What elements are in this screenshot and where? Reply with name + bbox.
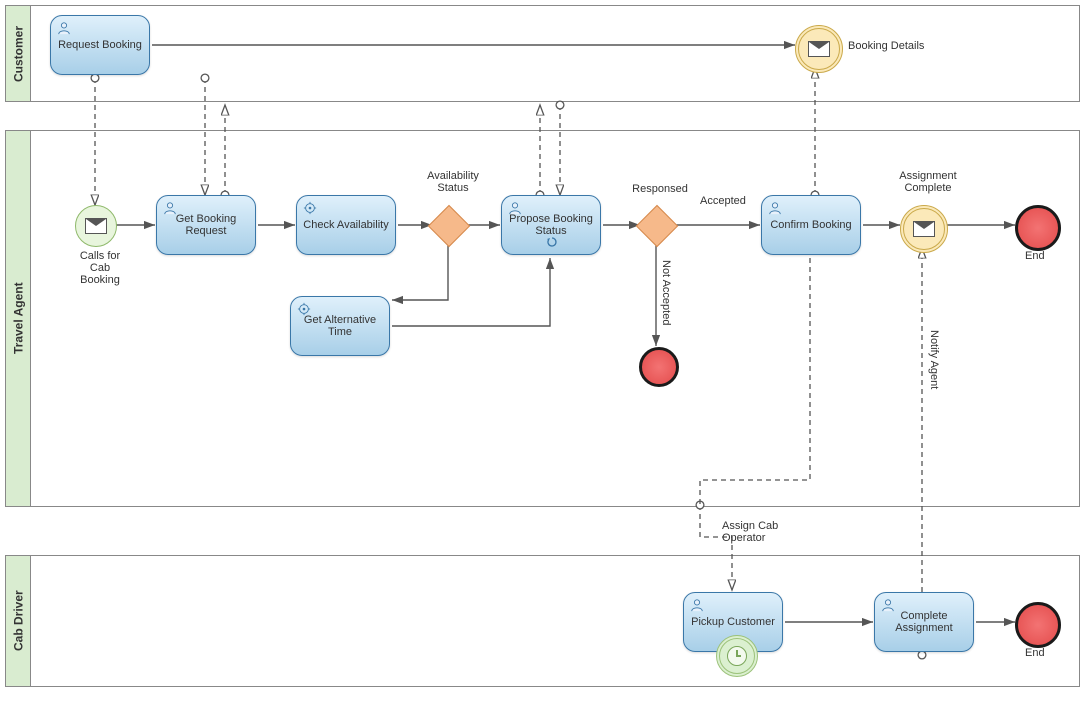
task-get-booking-request[interactable]: Get Booking Request	[156, 195, 256, 255]
user-icon	[690, 598, 704, 612]
task-label: Confirm Booking	[770, 219, 851, 231]
task-request-booking[interactable]: Request Booking	[50, 15, 150, 75]
message-icon	[913, 221, 935, 237]
message-icon	[85, 218, 107, 234]
task-check-availability[interactable]: Check Availability	[296, 195, 396, 255]
task-get-alternative-time[interactable]: Get Alternative Time	[290, 296, 390, 356]
task-label: Pickup Customer	[691, 616, 775, 628]
user-icon	[163, 201, 177, 215]
loop-marker-icon	[546, 236, 558, 251]
event-booking-details[interactable]	[795, 25, 843, 73]
label-accepted: Accepted	[700, 195, 755, 207]
task-label: Propose Booking Status	[508, 213, 594, 237]
event-assignment-complete[interactable]	[900, 205, 948, 253]
label-assignment-complete: Assignment Complete	[888, 170, 968, 194]
user-icon	[57, 21, 71, 35]
bpmn-canvas: Customer Travel Agent Cab Driver	[0, 0, 1086, 711]
event-end-not-accepted[interactable]	[639, 347, 679, 387]
task-confirm-booking[interactable]: Confirm Booking	[761, 195, 861, 255]
label-end-agent: End	[1025, 250, 1045, 262]
user-icon	[508, 201, 522, 215]
label-booking-details: Booking Details	[848, 40, 924, 52]
label-end-driver: End	[1025, 647, 1045, 659]
event-end-agent[interactable]	[1015, 205, 1061, 251]
label-not-accepted: Not Accepted	[660, 260, 672, 325]
label-availability-status: Availability Status	[418, 170, 488, 194]
task-label: Get Booking Request	[163, 213, 249, 237]
gear-icon	[297, 302, 311, 316]
task-label: Check Availability	[303, 219, 388, 231]
task-complete-assignment[interactable]: Complete Assignment	[874, 592, 974, 652]
message-icon	[808, 41, 830, 57]
label-response: Responsed	[625, 183, 695, 195]
gear-icon	[303, 201, 317, 215]
task-propose-booking-status[interactable]: Propose Booking Status	[501, 195, 601, 255]
user-icon	[881, 598, 895, 612]
event-calls-for-cab-booking[interactable]	[75, 205, 117, 247]
label-assign-cab-operator: Assign Cab Operator	[722, 520, 792, 544]
clock-icon	[727, 646, 747, 666]
task-label: Get Alternative Time	[297, 314, 383, 338]
timer-boundary-event[interactable]	[716, 635, 758, 677]
task-label: Request Booking	[58, 39, 142, 51]
event-end-driver[interactable]	[1015, 602, 1061, 648]
label-calls-for-cab: Calls for Cab Booking	[70, 250, 130, 286]
task-label: Complete Assignment	[881, 610, 967, 634]
label-notify-agent: Notify Agent	[928, 330, 940, 389]
user-icon	[768, 201, 782, 215]
